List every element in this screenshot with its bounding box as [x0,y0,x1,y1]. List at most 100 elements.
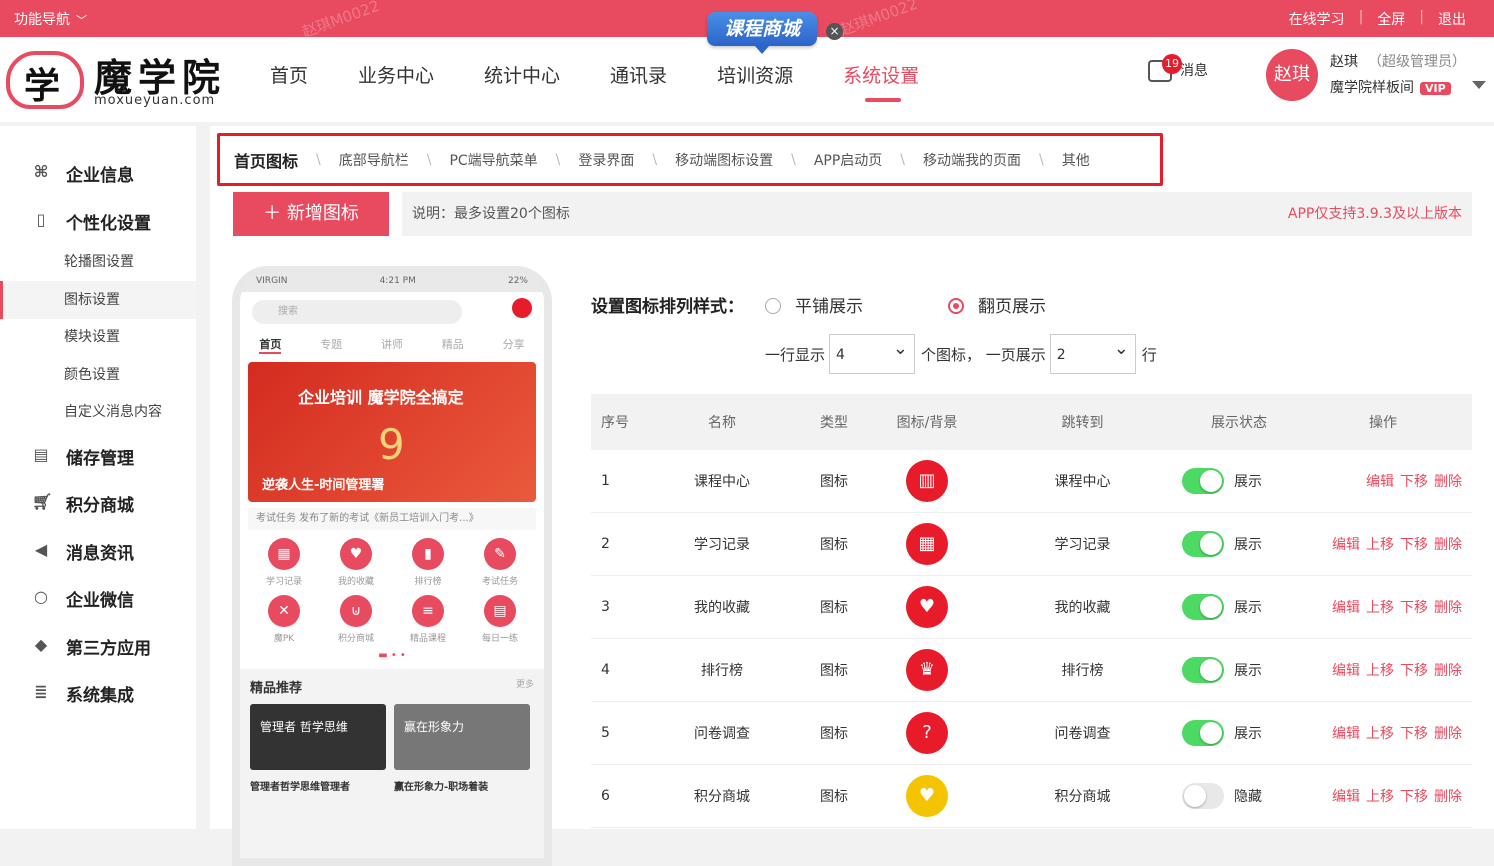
radio-tile[interactable]: 平铺展示 [765,292,863,317]
nav-contacts[interactable]: 通讯录 [610,61,667,88]
radio-paged[interactable]: 翻页展示 [948,292,1046,317]
cell-no: 5 [601,725,610,741]
op-上移[interactable]: 上移 [1366,789,1394,805]
status-toggle[interactable] [1182,468,1224,494]
logo[interactable]: 学 魔学院 moxueyuan.com [6,47,226,113]
tab-bottom-nav[interactable]: 底部导航栏 [339,150,409,170]
cell-ops: 编辑 上移 下移 删除 [1304,597,1472,617]
divider: \ [652,151,658,168]
status-toggle[interactable] [1182,657,1224,683]
nav-training[interactable]: 培训资源 [717,61,793,88]
col-name: 名称 [708,415,736,431]
avatar[interactable]: 赵琪 [1266,49,1318,101]
sidebar-sub-module[interactable]: 模块设置 [0,318,196,356]
list-icon: ≡ [412,595,444,627]
function-nav-label: 功能导航 [14,12,70,28]
status-text: 展示 [1234,663,1262,679]
tab-login[interactable]: 登录界面 [578,150,634,170]
course-mall-badge[interactable]: 课程商城 [707,12,817,54]
tab-pc-nav[interactable]: PC端导航菜单 [449,150,537,170]
status-toggle[interactable] [1182,531,1224,557]
table-row: 1 课程中心 图标 ▥ 课程中心 展示 编辑 下移 删除 [591,450,1472,513]
op-删除[interactable]: 删除 [1434,789,1462,805]
close-icon[interactable]: × [826,23,843,40]
op-编辑[interactable]: 编辑 [1332,789,1360,805]
sidebar-sub-carousel[interactable]: 轮播图设置 [0,243,196,281]
online-learning-link[interactable]: 在线学习 [1275,9,1359,29]
nav-business[interactable]: 业务中心 [358,61,434,88]
op-上移[interactable]: 上移 [1366,663,1394,679]
rows-select[interactable]: 2 [1049,329,1136,374]
op-编辑[interactable]: 编辑 [1332,537,1360,553]
op-上移[interactable]: 上移 [1366,600,1394,616]
op-删除[interactable]: 删除 [1434,474,1462,490]
row-prefix: 一行显示 [765,345,826,364]
cell-name: 问卷调查 [694,726,750,742]
status-text: 展示 [1234,600,1262,616]
user-menu-caret-icon[interactable] [1472,81,1486,89]
header: 学 魔学院 moxueyuan.com 首页 业务中心 统计中心 通讯录 培训资… [0,37,1494,122]
command-icon: ⌘ [33,162,49,181]
sidebar-sub-icon-settings[interactable]: 图标设置 [0,281,196,319]
op-删除[interactable]: 删除 [1434,663,1462,679]
cell-name: 排行榜 [701,663,743,679]
phone-icon-grid: ▦ 学习记录 ♥ 我的收藏 ▮ 排行榜 ✎ 考试任务 ✕ 魔PK ⊍ 积分商城 ≡ 精品课程 … [248,538,536,644]
op-编辑[interactable]: 编辑 [1332,663,1360,679]
op-编辑[interactable]: 编辑 [1332,726,1360,742]
function-nav-dropdown[interactable]: 功能导航 ﹀ [14,9,87,29]
icon-table: 序号 名称 类型 图标/背景 跳转到 展示状态 操作 1 课程中心 图标 ▥ 课程中心展… [591,394,1472,828]
op-下移[interactable]: 下移 [1400,663,1428,679]
op-下移[interactable]: 下移 [1400,600,1428,616]
tab-mobile-my-page[interactable]: 移动端我的页面 [923,150,1021,170]
sidebar: ⌘ 企业信息 ▯ 个性化设置 轮播图设置 图标设置 模块设置 颜色设置 自定义消息内… [0,126,196,829]
radio-label: 平铺展示 [795,297,863,317]
cell-type: 图标 [820,726,848,742]
vip-badge: VIP [1420,82,1451,95]
status-toggle[interactable] [1182,783,1224,809]
phone-search: 搜索 [252,300,462,324]
op-编辑[interactable]: 编辑 [1366,474,1394,490]
op-下移[interactable]: 下移 [1400,726,1428,742]
fullscreen-link[interactable]: 全屏 [1363,9,1419,29]
user-name: 赵琪 （超级管理员） [1330,51,1466,71]
op-删除[interactable]: 删除 [1434,537,1462,553]
battery: 22% [507,276,528,286]
cell-type: 图标 [820,789,848,805]
op-删除[interactable]: 删除 [1434,726,1462,742]
note-text: 说明：最多设置20个图标 [412,206,570,222]
sidebar-sub-color[interactable]: 颜色设置 [0,356,196,394]
speaker-icon: ◀ [34,540,48,559]
status-text: 隐藏 [1234,789,1262,805]
divider: \ [791,151,796,168]
op-上移[interactable]: 上移 [1366,537,1394,553]
tab-mobile-icon[interactable]: 移动端图标设置 [675,150,773,170]
add-icon-button[interactable]: ＋ 新增图标 [233,192,389,236]
phone-tab: 精品 [441,338,464,351]
op-下移[interactable]: 下移 [1400,789,1428,805]
status-toggle[interactable] [1182,594,1224,620]
cell-no: 6 [601,788,610,804]
sidebar-sub-custom-message[interactable]: 自定义消息内容 [0,393,196,431]
tab-home-icons[interactable]: 首页图标 [234,148,298,172]
op-删除[interactable]: 删除 [1434,600,1462,616]
logout-link[interactable]: 退出 [1424,9,1480,29]
cell-status: 展示 [1174,468,1304,494]
op-下移[interactable]: 下移 [1400,537,1428,553]
nav-settings[interactable]: 系统设置 [843,61,919,102]
phone-status-bar: VIRGIN 4:21 PM 22% [240,274,544,292]
table-header: 序号 名称 类型 图标/背景 跳转到 展示状态 操作 [591,394,1472,450]
op-编辑[interactable]: 编辑 [1332,600,1360,616]
style-label: 设置图标排列样式： [591,297,744,317]
nav-statistics[interactable]: 统计中心 [484,61,560,88]
heart-icon: ♥ [340,538,372,570]
table-row: 6 积分商城 图标 ♥ 积分商城 隐藏 编辑 上移 下移 删除 [591,765,1472,828]
op-上移[interactable]: 上移 [1366,726,1394,742]
cloud-logo-icon: 学 [6,51,84,109]
status-toggle[interactable] [1182,720,1224,746]
per-row-select[interactable]: 4 [829,329,916,374]
op-下移[interactable]: 下移 [1400,474,1428,490]
message-button[interactable]: 消息 19 [1148,54,1208,82]
nav-home[interactable]: 首页 [270,61,308,88]
tab-other[interactable]: 其他 [1062,150,1090,170]
tab-app-launch[interactable]: APP启动页 [814,150,882,170]
